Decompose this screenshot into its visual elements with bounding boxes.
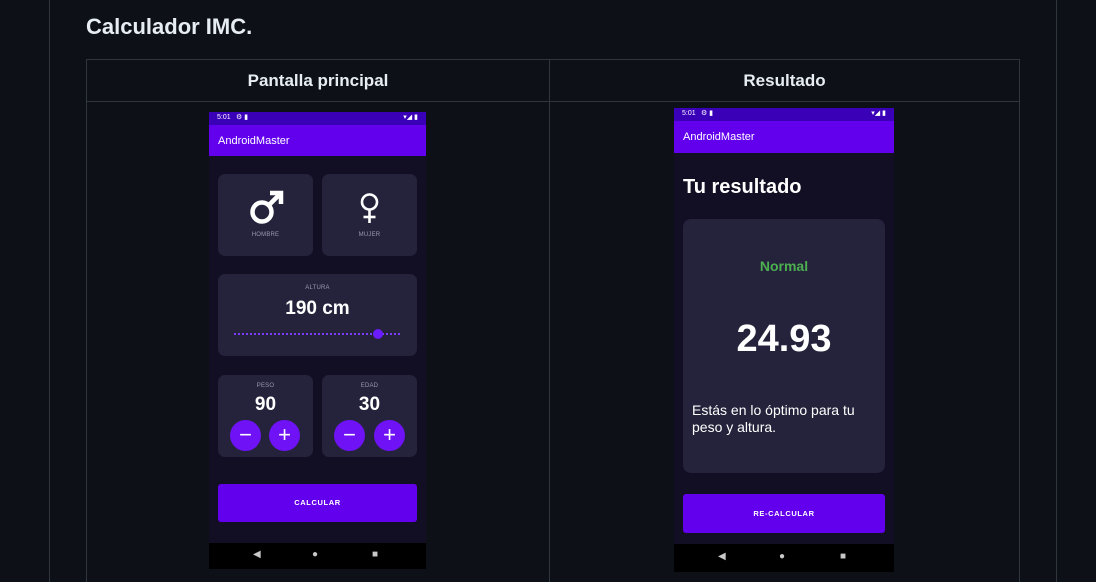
app-title: AndroidMaster [683,131,755,143]
page-right-border [1056,0,1057,582]
weight-card: PESO 90 − + [218,375,313,457]
weight-value: 90 [254,394,277,415]
status-time: 5:01 [682,110,696,117]
header-main-screen: Pantalla principal [247,71,389,90]
age-card: EDAD 30 − + [322,375,417,457]
recalculate-button[interactable]: RE-CALCULAR [683,494,885,533]
male-icon [250,190,284,224]
status-bar: 5:01 ⚙ ▮ ▾◢ ▮ [674,108,894,121]
age-label: EDAD [360,383,379,389]
result-card: Normal 24.93 Estás en lo óptimo para tu … [683,219,885,473]
header-result: Resultado [743,71,826,90]
signal-battery-icons: ▾◢ ▮ [403,114,418,121]
settings-sdcard-icons: ⚙ ▮ [236,114,249,121]
app-bar: AndroidMaster [674,121,894,153]
home-icon[interactable]: ● [312,549,318,560]
weight-plus-button[interactable]: + [269,420,300,451]
height-label: ALTURA [305,285,330,291]
weight-minus-button[interactable]: − [230,420,261,451]
section-title: Calculador IMC. [86,14,253,39]
status-time: 5:01 [217,114,231,121]
app-title: AndroidMaster [218,135,290,147]
recents-icon[interactable]: ■ [372,549,378,560]
result-screen-phone: 5:01 ⚙ ▮ ▾◢ ▮ AndroidMaster Tu resultado… [674,108,894,572]
status-bar: 5:01 ⚙ ▮ ▾◢ ▮ [209,112,426,125]
android-nav-bar: ◀ ● ■ [674,544,894,572]
main-screen-phone: 5:01 ⚙ ▮ ▾◢ ▮ AndroidMaster HOMBRE MUJER… [209,112,426,569]
male-label: HOMBRE [251,232,280,238]
height-slider-thumb[interactable] [373,329,383,339]
page-left-border [49,0,50,582]
android-nav-bar: ◀ ● ■ [209,543,426,569]
result-title: Tu resultado [683,176,802,198]
home-icon[interactable]: ● [779,551,785,562]
height-value: 190 cm [285,298,350,319]
bmi-value: 24.93 [736,318,832,360]
weight-label: PESO [256,383,275,389]
column-divider [549,60,550,582]
female-card[interactable]: MUJER [322,174,417,256]
age-value: 30 [358,394,381,415]
male-card[interactable]: HOMBRE [218,174,313,256]
female-label: MUJER [358,232,381,238]
female-icon [360,193,379,223]
table-header-row: Pantalla principal Resultado [87,60,1019,102]
settings-sdcard-icons: ⚙ ▮ [701,110,714,117]
app-bar: AndroidMaster [209,125,426,156]
result-status: Normal [759,258,809,274]
result-description: Estás en lo óptimo para tu peso y altura… [692,402,855,435]
back-icon[interactable]: ◀ [253,549,261,560]
height-card: ALTURA 190 cm [218,274,417,356]
signal-battery-icons: ▾◢ ▮ [871,110,886,117]
age-minus-button[interactable]: − [334,420,365,451]
age-plus-button[interactable]: + [374,420,405,451]
calculate-button[interactable]: CALCULAR [218,484,417,522]
back-icon[interactable]: ◀ [718,551,726,562]
recents-icon[interactable]: ■ [840,551,846,562]
